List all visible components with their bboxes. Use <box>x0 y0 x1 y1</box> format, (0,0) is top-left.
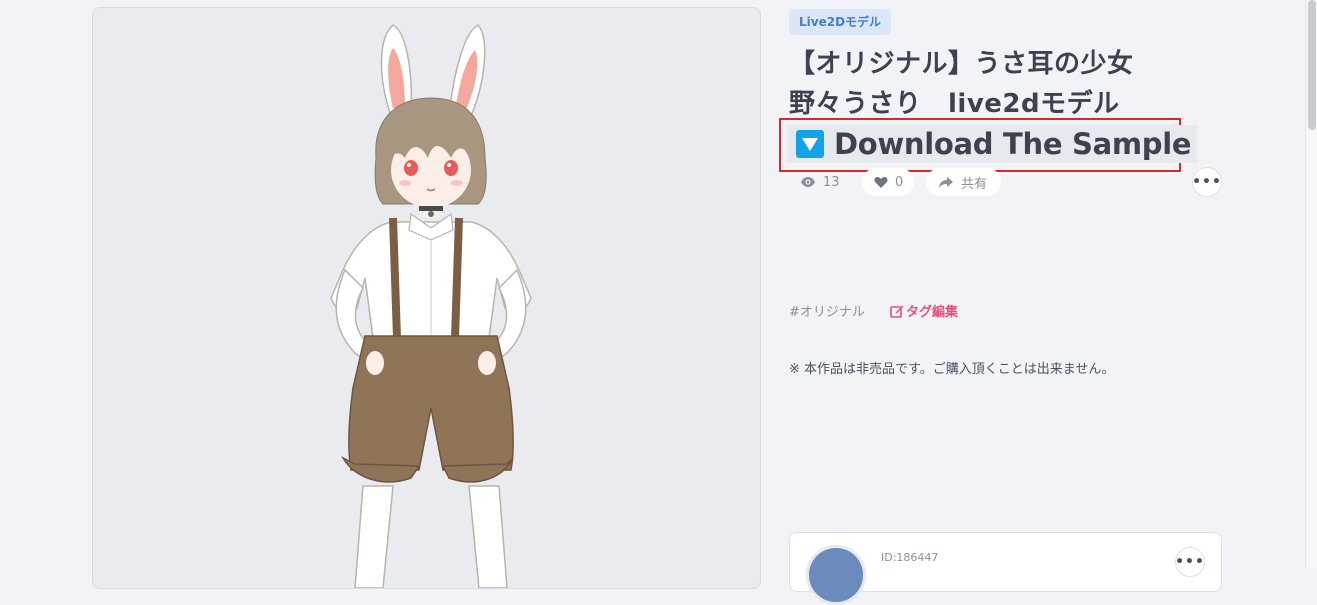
eye-icon <box>800 176 816 188</box>
work-title-line-1: 【オリジナル】うさ耳の少女 <box>789 49 1134 79</box>
tag-list: #オリジナル タグ編集 <box>789 301 958 320</box>
view-count-value: 13 <box>823 174 840 190</box>
download-triangle-icon <box>796 130 824 158</box>
author-card[interactable]: ID:186447 <box>789 532 1222 605</box>
share-label: 共有 <box>961 176 988 192</box>
tag-edit-button[interactable]: タグ編集 <box>890 301 958 320</box>
work-title: 【オリジナル】うさ耳の少女 野々うさり live2dモデル <box>789 44 1209 124</box>
character-illustration <box>330 24 532 588</box>
edit-icon <box>890 304 904 318</box>
tag-item[interactable]: #オリジナル <box>789 305 865 320</box>
download-sample-link[interactable]: Download The Sample <box>779 118 1198 172</box>
scrollbar-thumb[interactable] <box>1308 0 1316 130</box>
author-more-options-button[interactable]: ••• <box>1175 547 1205 577</box>
avatar[interactable] <box>806 545 866 605</box>
artwork-image[interactable] <box>92 7 761 589</box>
view-count: 13 <box>780 168 850 196</box>
tag-edit-label: タグ編集 <box>906 305 959 320</box>
more-options-button[interactable]: ••• <box>1192 167 1222 197</box>
more-dots-icon: ••• <box>1192 174 1222 190</box>
share-arrow-icon <box>938 176 954 189</box>
not-for-sale-notice: ※ 本作品は非売品です。ご購入頂くことは出来ません。 <box>789 362 1115 377</box>
like-button[interactable]: 0 <box>862 168 914 196</box>
category-badge[interactable]: Live2Dモデル <box>789 9 892 35</box>
heart-icon <box>874 176 888 188</box>
author-id: ID:186447 <box>881 551 939 564</box>
download-sample-label: Download The Sample <box>834 127 1192 161</box>
share-button[interactable]: 共有 <box>926 168 1001 196</box>
page-scrollbar[interactable] <box>1305 0 1317 568</box>
like-count: 0 <box>895 174 904 190</box>
download-sample-label-wrap[interactable]: Download The Sample <box>787 125 1198 163</box>
